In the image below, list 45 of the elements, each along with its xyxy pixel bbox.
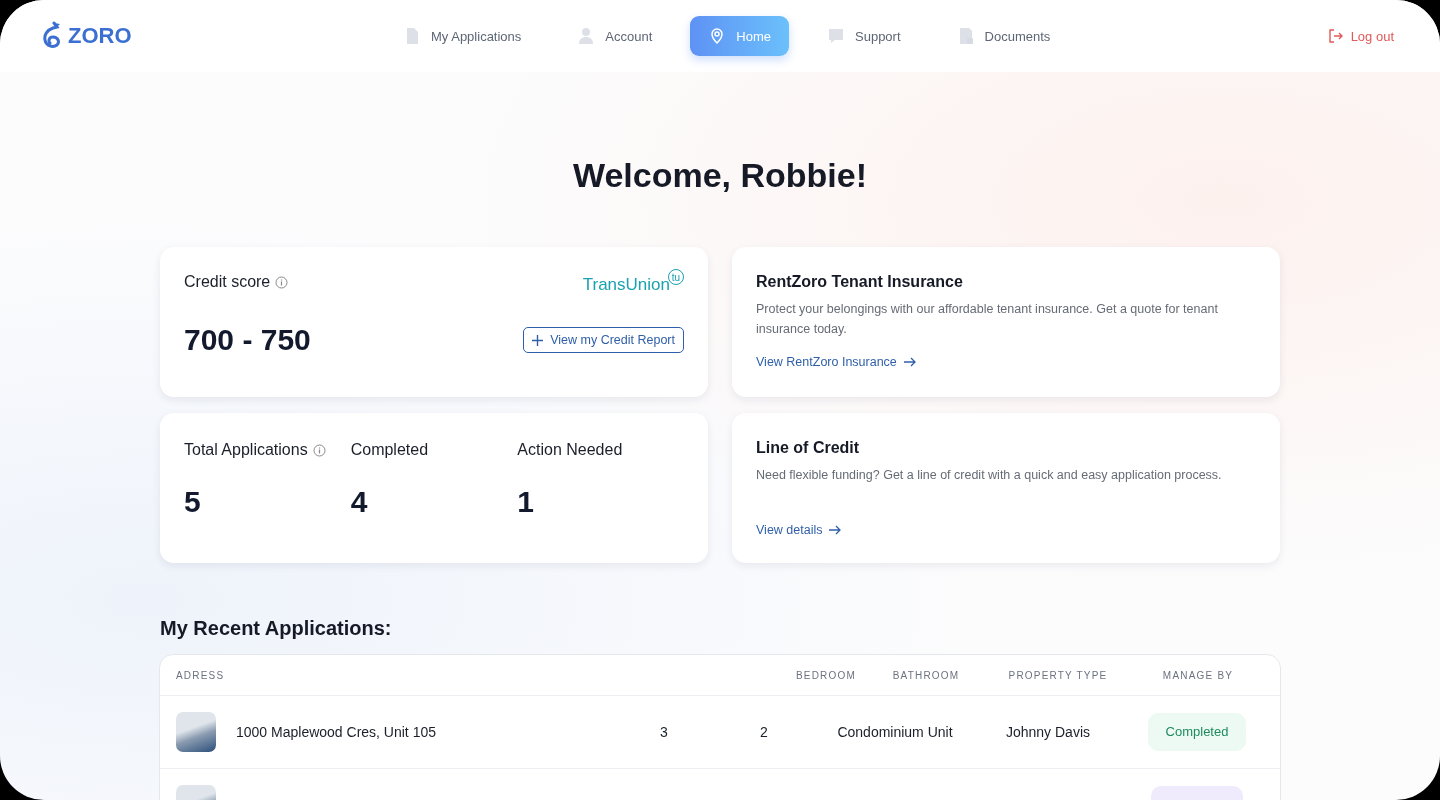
nav-tab[interactable]: My Applications [385, 16, 540, 56]
card-link[interactable]: View details [756, 523, 842, 537]
brand-name: ZORO [68, 23, 132, 49]
stat-value: 4 [350, 485, 369, 519]
nav-tab[interactable]: Documents [938, 16, 1069, 56]
credit-score-value: 700 - 750 [184, 323, 311, 357]
table-cell-text: 3 [659, 724, 669, 740]
column-header: PROPERTY TYPE [1007, 669, 1109, 681]
stat-label: Action Needed [517, 441, 623, 459]
logout-button[interactable]: Log out [1320, 27, 1400, 45]
person-icon [577, 27, 596, 45]
stat-label: Total Applications [184, 441, 308, 459]
card-link[interactable]: View RentZoro Insurance [756, 355, 916, 369]
card-description: Need flexible funding? Get a line of credit with a quick and easy application process. [756, 467, 1222, 484]
info-icon [275, 275, 289, 289]
column-header: BEDROOM [794, 669, 858, 681]
card-title: Line of Credit [756, 439, 860, 457]
stat-value: 5 [184, 485, 202, 519]
stat-value: 1 [517, 485, 536, 519]
table-cell-text: Johnny Davis [1004, 724, 1091, 740]
table-cell-text: Condominium Unit [836, 724, 954, 740]
info-icon [312, 443, 326, 457]
photo-placeholder [176, 712, 216, 752]
logout-icon [1326, 28, 1343, 44]
card-title: RentZoro Tenant Insurance [756, 273, 963, 291]
status-badge: Completed [1147, 713, 1247, 751]
column-header: MANAGE BY [1161, 669, 1235, 681]
column-header: ADRESS [176, 669, 226, 681]
view-credit-report-button[interactable]: View my Credit Report [523, 327, 684, 353]
arrow-right-icon [903, 357, 916, 367]
plus-icon [532, 334, 544, 346]
table-cell: 1000 Maplewood Cres, Unit 105 [236, 724, 436, 740]
help-bubble-icon [827, 27, 845, 45]
card-description: Protect your belongings with our affordable tenant insurance. Get a quote for tenant insurance today. [756, 301, 1219, 338]
stat-label: Completed [350, 441, 429, 459]
bureau-logo-text: TransUnion [582, 275, 670, 295]
arrow-right-icon [829, 525, 842, 535]
nav-tab[interactable]: Account [559, 16, 671, 56]
column-header: BATHROOM [891, 669, 961, 681]
welcome-heading: Welcome, Robbie! [572, 156, 868, 195]
fox-logo-icon [40, 21, 62, 51]
nav-tab[interactable]: Support [809, 16, 919, 56]
table-cell-text: 2 [759, 724, 769, 740]
card-title: Credit score [184, 273, 271, 291]
section-heading: My Recent Applications: [160, 617, 393, 640]
